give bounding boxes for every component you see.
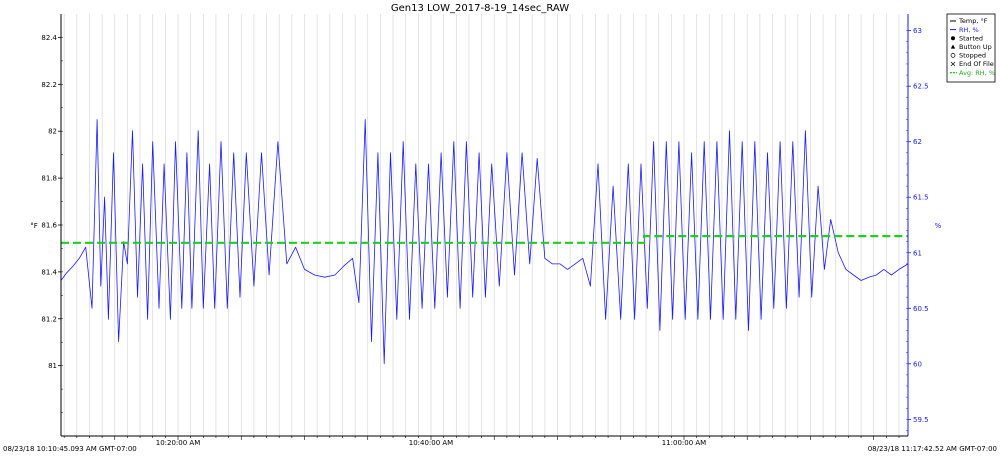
left-tick-label: 81.8: [41, 175, 57, 183]
left-tick-label: 81.4: [41, 268, 57, 276]
legend-entry-label: End Of File: [959, 60, 994, 68]
left-tick-label: 82: [48, 128, 57, 136]
right-tick-label: 62.5: [913, 83, 929, 91]
right-axis-label: %: [935, 222, 942, 230]
legend-entry-label: Button Up: [959, 43, 992, 51]
x-tick-label: 10:20:00 AM: [156, 439, 201, 447]
right-tick-label: 59.5: [913, 416, 929, 424]
left-tick-label: 81: [48, 362, 57, 370]
chart-title: Gen13 LOW_2017-8-19_14sec_RAW: [391, 3, 569, 14]
x-tick-label: 11:00:00 AM: [662, 439, 707, 447]
x-tick-label: 10:40:00 AM: [409, 439, 454, 447]
legend-entry-label: Started: [959, 34, 983, 42]
right-ticks: 59.5 60 60.5 61 61.5 62 62.5 63: [906, 27, 929, 431]
legend: Temp, °FRH, %StartedButton UpStoppedEnd …: [946, 13, 996, 83]
chart: Gen13 LOW_2017-8-19_14sec_RAW 81 81.2 81.4…: [3, 3, 997, 453]
right-tick-label: 60: [913, 360, 922, 368]
legend-entry-label: Stopped: [959, 52, 986, 60]
legend-started-marker: [951, 36, 955, 41]
right-tick-label: 61.5: [913, 194, 929, 202]
left-tick-label: 81.6: [41, 222, 57, 230]
legend-entry-label: Avg: RH, %: [959, 69, 995, 77]
right-tick-label: 61: [913, 249, 922, 257]
x-ticks: 10:20:00 AM 10:40:00 AM 11:00:00 AM: [63, 436, 900, 447]
left-tick-label: 81.2: [41, 315, 57, 323]
left-tick-label: 82.4: [41, 34, 57, 42]
x-start-label: 08/23/18 10:10:45.093 AM GMT-07:00: [3, 445, 137, 453]
legend-entry-label: Temp, °F: [958, 17, 988, 25]
right-tick-label: 63: [913, 27, 922, 35]
right-tick-label: 60.5: [913, 305, 929, 313]
left-axis-label: °F: [30, 222, 38, 230]
left-tick-label: 82.2: [41, 81, 57, 89]
left-ticks: 81 81.2 81.4 81.6 81.8 82 82.2 82.4: [41, 34, 63, 413]
x-end-label: 08/23/18 11:17:42.52 AM GMT-07:00: [868, 445, 997, 453]
right-tick-label: 62: [913, 138, 922, 146]
legend-entry-label: RH, %: [959, 26, 979, 34]
plot-background: [61, 14, 908, 436]
